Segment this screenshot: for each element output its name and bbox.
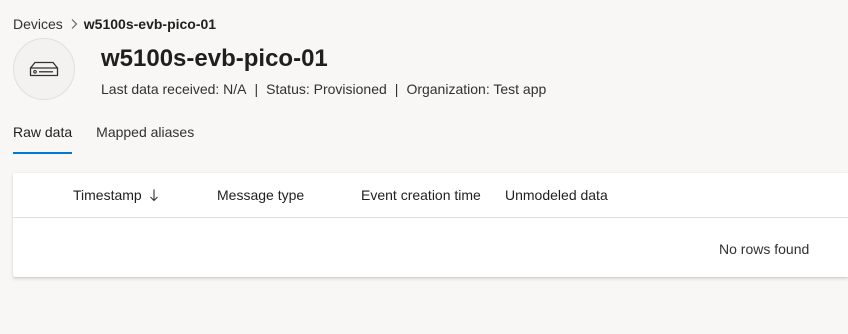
breadcrumb-devices-link[interactable]: Devices <box>13 15 63 33</box>
meta-separator: | <box>394 81 399 97</box>
tab-mapped-aliases[interactable]: Mapped aliases <box>96 122 194 154</box>
empty-state-message: No rows found <box>719 241 810 257</box>
column-header-event-creation-time[interactable]: Event creation time <box>361 186 481 204</box>
table-header: Timestamp Message type Event creation ti… <box>13 173 848 218</box>
meta-separator: | <box>254 81 259 97</box>
page-title: w5100s-evb-pico-01 <box>101 45 328 72</box>
device-avatar <box>13 38 75 100</box>
breadcrumb-current: w5100s-evb-pico-01 <box>83 16 217 32</box>
device-box-icon <box>29 61 59 77</box>
column-header-message-type[interactable]: Message type <box>217 186 304 204</box>
device-organization: Organization: Test app <box>406 81 547 97</box>
column-header-unmodeled-data[interactable]: Unmodeled data <box>505 186 608 204</box>
device-status: Status: Provisioned <box>266 81 387 97</box>
sort-descending-icon <box>148 188 160 202</box>
tab-list: Raw data Mapped aliases <box>13 122 218 154</box>
column-header-label: Timestamp <box>73 187 142 203</box>
last-data-received: Last data received: N/A <box>101 81 247 97</box>
chevron-right-icon <box>67 17 81 31</box>
column-header-timestamp[interactable]: Timestamp <box>73 186 160 204</box>
tab-raw-data[interactable]: Raw data <box>13 122 73 154</box>
device-meta: Last data received: N/A | Status: Provisio… <box>101 80 546 98</box>
breadcrumb: Devices w5100s-evb-pico-01 <box>13 15 216 33</box>
raw-data-table: Timestamp Message type Event creation ti… <box>13 173 848 277</box>
